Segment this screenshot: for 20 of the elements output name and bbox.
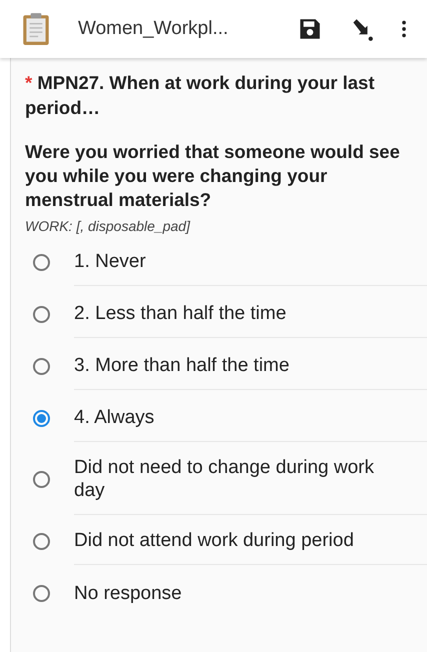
option-label[interactable]: 1. Never xyxy=(74,238,427,286)
form-title: Women_Workpl... xyxy=(78,18,230,40)
radio-button[interactable] xyxy=(33,254,50,270)
radio-button[interactable] xyxy=(33,532,50,550)
radio-button[interactable] xyxy=(33,410,50,426)
radio-button[interactable] xyxy=(33,306,50,322)
option-label[interactable]: 4. Always xyxy=(74,394,427,442)
question-text: Were you worried that someone would see you while you were changing your menstrual materials? xyxy=(25,140,401,212)
option-label[interactable]: Did not need to change during work day xyxy=(74,444,427,515)
option-label[interactable]: No response xyxy=(74,570,427,616)
radio-button[interactable] xyxy=(33,471,50,488)
option-label[interactable]: 2. Less than half the time xyxy=(74,290,427,338)
radio-button[interactable] xyxy=(33,584,50,602)
question-heading: * MPN27. When at work during your last period… xyxy=(25,71,376,120)
question-hint: WORK: [, disposable_pad] xyxy=(25,218,192,234)
option-label[interactable]: Did not attend work during period xyxy=(74,517,427,565)
option-label[interactable]: 3. More than half the time xyxy=(74,342,427,390)
radio-button[interactable] xyxy=(33,358,50,374)
menu-icon[interactable] xyxy=(401,18,407,40)
clipboard-icon xyxy=(22,12,50,46)
